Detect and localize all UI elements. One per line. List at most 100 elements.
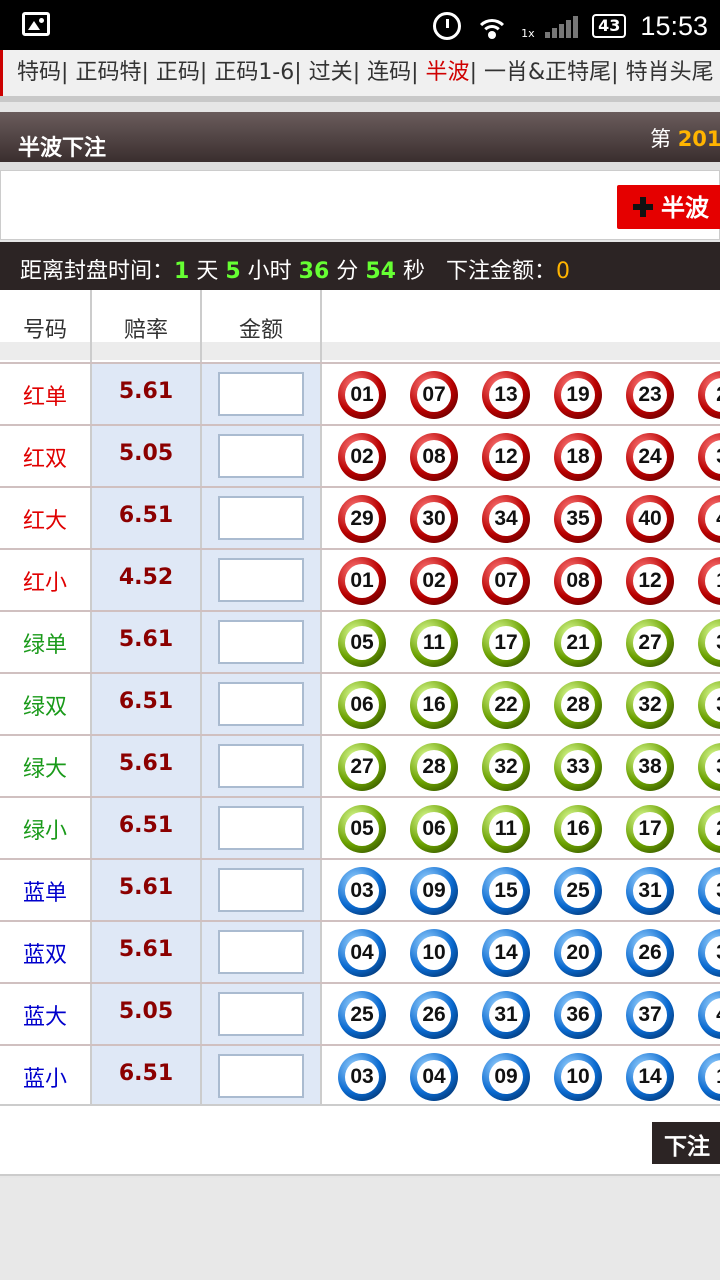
hours-unit: 小时 (247, 259, 292, 284)
amount-input[interactable] (218, 1054, 304, 1098)
number-ball: 1 (698, 1053, 720, 1101)
odds-value: 5.61 (92, 922, 202, 982)
table-row: 绿小 6.51 05 06 11 16 17 2 (0, 796, 720, 858)
number-ball: 11 (410, 619, 458, 667)
ball-number: 10 (561, 1060, 595, 1094)
bet-option-name: 红单 (0, 364, 92, 424)
ball-list: 04 10 14 20 26 3 (322, 922, 720, 982)
status-bar: 1x 43 15:53 (0, 0, 720, 50)
amount-input[interactable] (218, 496, 304, 540)
number-ball: 25 (554, 867, 602, 915)
ball-number: 20 (561, 936, 595, 970)
number-ball: 2 (698, 371, 720, 419)
battery-icon: 43 (592, 14, 627, 38)
number-ball: 17 (482, 619, 530, 667)
number-ball: 24 (626, 433, 674, 481)
submit-bet-button[interactable]: 下注 (652, 1122, 720, 1164)
bet-amount-label: 下注金额： (445, 259, 556, 284)
number-ball: 32 (626, 681, 674, 729)
countdown-days: 1 (174, 259, 190, 284)
bet-option-name: 绿大 (0, 736, 92, 796)
nav-item-zhengmate[interactable]: 正码特 (75, 60, 141, 85)
nav-item-banbo[interactable]: 半波 (426, 60, 470, 85)
ball-number: 16 (561, 812, 595, 846)
number-ball: 16 (554, 805, 602, 853)
bet-option-name: 蓝双 (0, 922, 92, 982)
amount-input[interactable] (218, 434, 304, 478)
ball-number: 2 (705, 378, 720, 412)
number-ball: 06 (410, 805, 458, 853)
number-ball: 3 (698, 867, 720, 915)
odds-value: 6.51 (92, 1046, 202, 1106)
amount-input[interactable] (218, 558, 304, 602)
number-ball: 26 (626, 929, 674, 977)
amount-input[interactable] (218, 620, 304, 664)
ball-number: 05 (345, 812, 379, 846)
ball-number: 04 (345, 936, 379, 970)
nav-item-yixiao[interactable]: 一肖&正特尾 (484, 60, 611, 85)
amount-cell (202, 860, 322, 920)
plus-icon (633, 197, 653, 217)
ball-list: 02 08 12 18 24 3 (322, 426, 720, 486)
nav-item-zhengma-1-6[interactable]: 正码1-6 (214, 60, 294, 85)
number-ball: 29 (338, 495, 386, 543)
add-banbo-button[interactable]: 半波 (617, 185, 720, 229)
ball-number: 3 (705, 936, 720, 970)
seconds-unit: 秒 (402, 259, 425, 284)
nav-item-zhengma[interactable]: 正码 (156, 60, 200, 85)
nav-item-guoguan[interactable]: 过关 (309, 60, 353, 85)
amount-input[interactable] (218, 744, 304, 788)
number-ball: 10 (410, 929, 458, 977)
ball-number: 35 (561, 502, 595, 536)
ball-number: 25 (561, 874, 595, 908)
ball-list: 01 07 13 19 23 2 (322, 364, 720, 424)
countdown-bar: 距离封盘时间：1 天 5 小时 36 分 54 秒 下注金额：0 (0, 242, 720, 290)
amount-input[interactable] (218, 868, 304, 912)
page-title: 半波下注 (18, 136, 107, 161)
bet-option-name: 绿双 (0, 674, 92, 734)
number-ball: 34 (482, 495, 530, 543)
number-ball: 40 (626, 495, 674, 543)
ball-number: 15 (489, 874, 523, 908)
nav-item-tema[interactable]: 特码 (17, 60, 61, 85)
number-ball: 01 (338, 371, 386, 419)
ball-list: 27 28 32 33 38 3 (322, 736, 720, 796)
header-amount: 金额 (202, 290, 322, 362)
nav-item-lianma[interactable]: 连码 (367, 60, 411, 85)
number-ball: 07 (410, 371, 458, 419)
ball-number: 17 (489, 626, 523, 660)
number-ball: 35 (554, 495, 602, 543)
amount-input[interactable] (218, 372, 304, 416)
ball-number: 29 (345, 502, 379, 536)
ball-number: 18 (561, 440, 595, 474)
amount-input[interactable] (218, 806, 304, 850)
footer (0, 1178, 720, 1280)
ball-number: 37 (633, 998, 667, 1032)
signal-icon: 1x (521, 14, 579, 40)
table-row: 绿大 5.61 27 28 32 33 38 3 (0, 734, 720, 796)
amount-input[interactable] (218, 682, 304, 726)
amount-input[interactable] (218, 992, 304, 1036)
ball-number: 30 (417, 502, 451, 536)
amount-cell (202, 922, 322, 982)
number-ball: 27 (626, 619, 674, 667)
nav-item-texiao[interactable]: 特肖头尾 (626, 60, 714, 85)
number-ball: 03 (338, 867, 386, 915)
ball-number: 05 (345, 626, 379, 660)
ball-list: 29 30 34 35 40 4 (322, 488, 720, 548)
amount-input[interactable] (218, 930, 304, 974)
odds-value: 5.05 (92, 984, 202, 1044)
number-ball: 13 (482, 371, 530, 419)
submit-row: 下注 (0, 1104, 720, 1176)
gallery-icon (22, 12, 50, 36)
ball-list: 05 11 17 21 27 3 (322, 612, 720, 672)
number-ball: 2 (698, 805, 720, 853)
ball-number: 06 (417, 812, 451, 846)
number-ball: 1 (698, 557, 720, 605)
bet-option-name: 蓝大 (0, 984, 92, 1044)
countdown-minutes: 36 (298, 259, 330, 284)
ball-number: 38 (633, 750, 667, 784)
ball-number: 31 (633, 874, 667, 908)
ball-number: 27 (633, 626, 667, 660)
countdown-label: 距离封盘时间： (20, 259, 175, 284)
